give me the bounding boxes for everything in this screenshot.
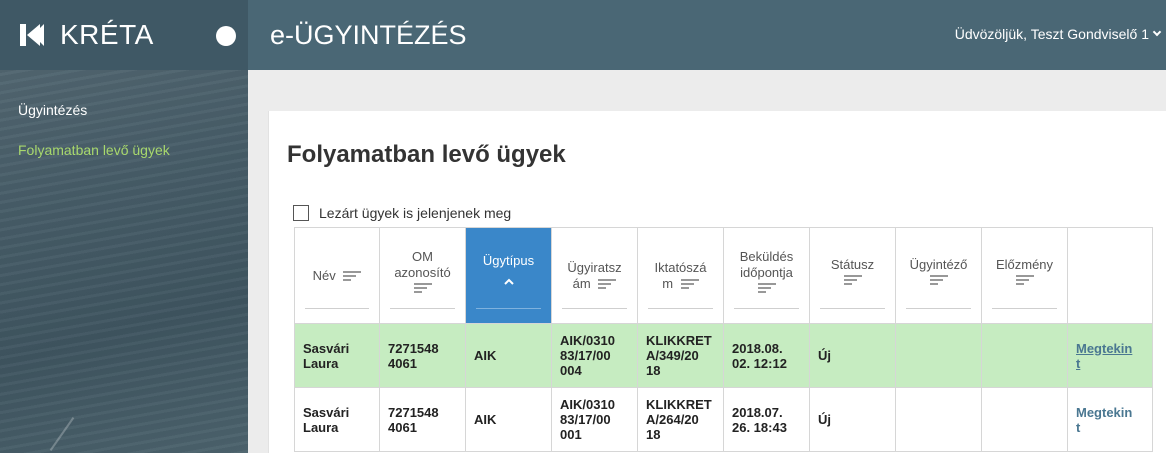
sidebar-header: KRÉTA	[0, 0, 248, 70]
column-header-ugyintezo[interactable]: Ügyintéző	[895, 227, 982, 324]
column-filter-input[interactable]	[476, 308, 541, 309]
cell-iktatoszam: KLIKKRET A/349/20 18	[637, 323, 724, 388]
table-row[interactable]: Sasvári Laura 7271548 4061 AIK AIK/0310 83/…	[294, 387, 1153, 452]
column-label: azonosító	[394, 264, 451, 280]
cell-action: Megtekin t	[1067, 387, 1153, 452]
filter-sort-icon[interactable]	[843, 274, 862, 285]
column-header-statusz[interactable]: Státusz	[809, 227, 896, 324]
content-card: Folyamatban levő ügyek Lezárt ügyek is j…	[268, 111, 1166, 453]
sidebar-nav: Ügyintézés Folyamatban levő ügyek	[0, 70, 248, 166]
cell-action: Megtekin t	[1067, 323, 1153, 388]
column-header-bekuldes[interactable]: Beküldés időpontja	[723, 227, 810, 324]
column-filter-input[interactable]	[305, 308, 369, 309]
column-label: időpontja	[740, 264, 793, 280]
column-header-nev[interactable]: Név	[294, 227, 380, 324]
column-filter-input[interactable]	[562, 308, 627, 309]
column-header-ugyiratszam[interactable]: Ügyiratsz ám	[551, 227, 638, 324]
cell-nev: Sasvári Laura	[294, 323, 380, 388]
cases-table: Név OM azonosító Ügytípus Ügyiratsz ám I…	[294, 227, 1153, 452]
column-header-iktatoszam[interactable]: Iktatószá m	[637, 227, 724, 324]
view-link[interactable]: Megtekin t	[1076, 341, 1132, 371]
column-filter-input[interactable]	[734, 308, 799, 309]
user-greeting: Üdvözöljük, Teszt Gondviselő 1	[954, 26, 1149, 42]
column-label: Ügyintéző	[909, 256, 968, 272]
show-closed-label: Lezárt ügyek is jelenjenek meg	[319, 205, 512, 221]
column-header-elozmeny[interactable]: Előzmény	[981, 227, 1068, 324]
cell-nev: Sasvári Laura	[294, 387, 380, 452]
column-label: Név	[312, 267, 336, 283]
cell-elozmeny	[981, 387, 1068, 452]
sidebar-item-folyamatban[interactable]: Folyamatban levő ügyek	[0, 134, 248, 166]
cell-ugytipus: AIK	[465, 387, 552, 452]
cell-bekuldes: 2018.07. 26. 18:43	[723, 387, 810, 452]
column-filter-input[interactable]	[906, 308, 971, 309]
filter-sort-icon[interactable]	[343, 271, 362, 281]
filter-sort-icon[interactable]	[929, 274, 948, 285]
column-filter-input[interactable]	[992, 308, 1057, 309]
sidebar-item-ugyintezes[interactable]: Ügyintézés	[0, 94, 248, 126]
cell-elozmeny	[981, 323, 1068, 388]
cell-ugyiratszam: AIK/0310 83/17/00 004	[551, 323, 638, 388]
table-row[interactable]: Sasvári Laura 7271548 4061 AIK AIK/0310 83/…	[294, 323, 1153, 388]
app-root: KRÉTA Ügyintézés Folyamatban levő ügyek …	[0, 0, 1166, 453]
cell-om: 7271548 4061	[379, 387, 466, 452]
column-filter-input[interactable]	[390, 308, 455, 309]
page-title: Folyamatban levő ügyek	[287, 141, 566, 168]
cell-ugyintezo	[895, 323, 982, 388]
sidebar-toggle-button[interactable]	[216, 26, 236, 46]
column-header-actions	[1067, 227, 1153, 324]
top-bar: e-ÜGYINTÉZÉS Üdvözöljük, Teszt Gondvisel…	[248, 0, 1166, 70]
filter-sort-icon[interactable]	[598, 279, 617, 289]
table-header-row: Név OM azonosító Ügytípus Ügyiratsz ám I…	[294, 227, 1153, 324]
cell-statusz: Új	[809, 323, 896, 388]
user-menu-button[interactable]: Üdvözöljük, Teszt Gondviselő 1	[954, 26, 1162, 42]
filter-sort-icon[interactable]	[1015, 274, 1034, 285]
column-header-ugytipus[interactable]: Ügytípus	[465, 227, 552, 324]
brand-name: KRÉTA	[60, 19, 154, 50]
column-label: Ügyiratsz	[567, 259, 622, 275]
filter-sort-icon[interactable]	[680, 279, 699, 289]
column-label: Előzmény	[995, 256, 1054, 272]
cell-om: 7271548 4061	[379, 323, 466, 388]
cell-iktatoszam: KLIKKRET A/264/20 18	[637, 387, 724, 452]
column-label: Ügytípus	[482, 252, 535, 268]
filter-sort-icon[interactable]	[413, 282, 432, 293]
filter-sort-icon[interactable]	[757, 282, 776, 293]
sort-ascending-icon	[503, 275, 514, 285]
column-label: Státusz	[830, 256, 875, 272]
view-link[interactable]: Megtekin t	[1076, 405, 1132, 435]
column-header-om[interactable]: OM azonosító	[379, 227, 466, 324]
chevron-down-icon	[1152, 27, 1162, 37]
column-label: m	[662, 275, 674, 291]
cell-statusz: Új	[809, 387, 896, 452]
column-filter-input[interactable]	[648, 308, 713, 309]
decorative-stroke	[49, 417, 75, 451]
app-title: e-ÜGYINTÉZÉS	[270, 19, 467, 50]
column-label: ám	[572, 275, 591, 291]
cell-ugytipus: AIK	[465, 323, 552, 388]
column-filter-input[interactable]	[820, 308, 885, 309]
show-closed-toggle[interactable]: Lezárt ügyek is jelenjenek meg	[293, 205, 511, 221]
cell-bekuldes: 2018.08. 02. 12:12	[723, 323, 810, 388]
cell-ugyintezo	[895, 387, 982, 452]
column-label: Iktatószá	[654, 259, 707, 275]
cell-ugyiratszam: AIK/0310 83/17/00 001	[551, 387, 638, 452]
column-label: Beküldés	[739, 248, 794, 264]
kreta-logo-icon	[18, 21, 46, 49]
column-label: OM	[412, 248, 433, 264]
sidebar: KRÉTA Ügyintézés Folyamatban levő ügyek	[0, 0, 248, 453]
show-closed-checkbox[interactable]	[293, 205, 309, 221]
